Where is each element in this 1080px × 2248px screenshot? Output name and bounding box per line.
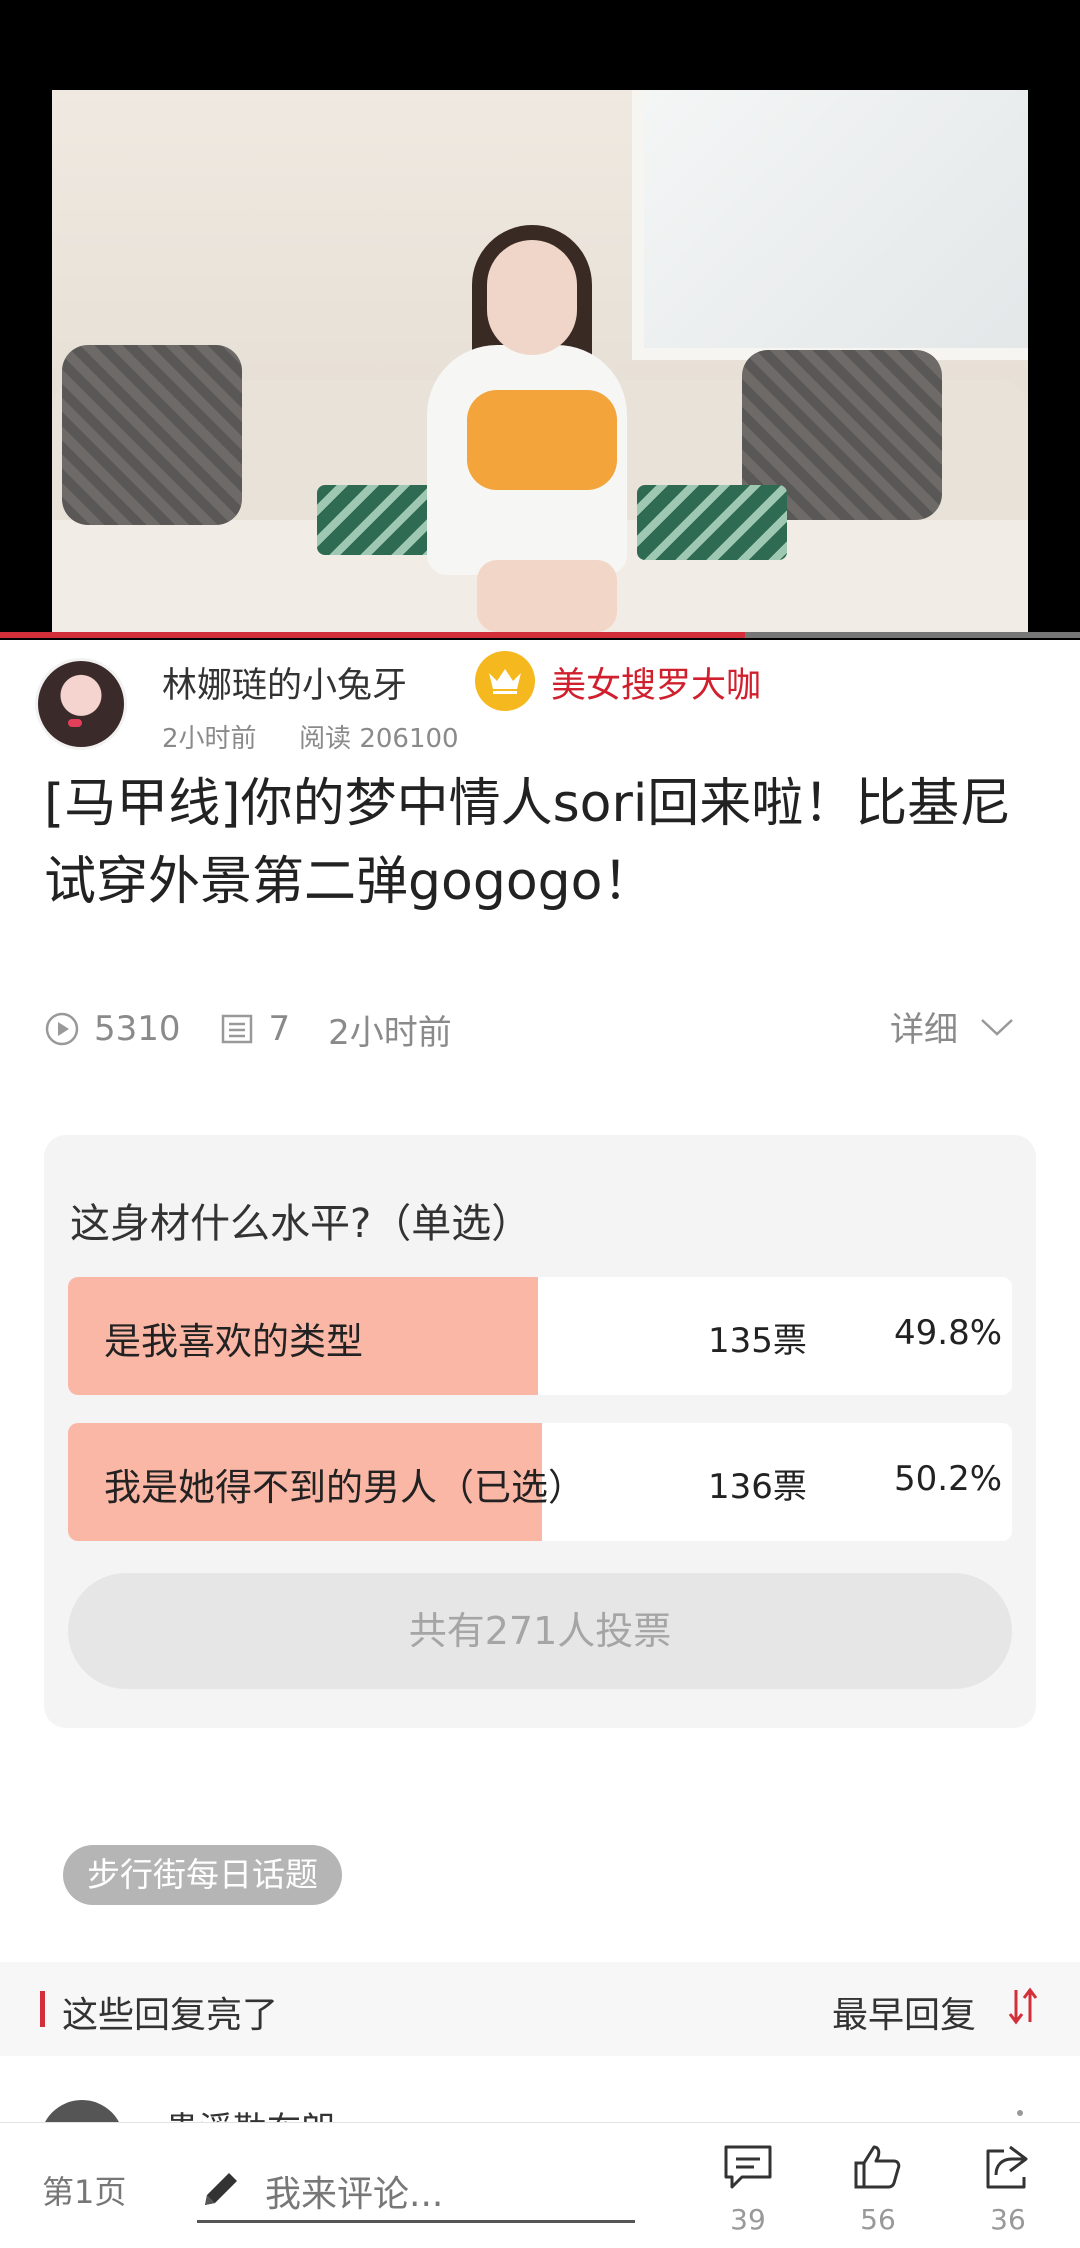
author-avatar[interactable] (35, 658, 127, 750)
poll-option-2-votes: 136票 (708, 1467, 807, 1507)
view-count: 5310 (94, 1009, 181, 1049)
poll-question: 这身材什么水平?（单选） (70, 1201, 532, 1247)
page-indicator[interactable]: 第1页 (42, 2167, 126, 2213)
list-icon (221, 1014, 252, 1044)
replies-header: 这些回复亮了 最早回复 (0, 1962, 1080, 2056)
poll-total-button[interactable]: 共有271人投票 (68, 1573, 1012, 1689)
post-stats: 5310 7 2小时前 (44, 1004, 490, 1054)
read-count: 阅读 206100 (299, 724, 459, 754)
sort-icon[interactable] (1006, 1984, 1042, 2028)
comments-count: 39 (730, 2203, 766, 2236)
detail-label: 详细 (890, 1010, 958, 1050)
video-progress-fill (0, 632, 746, 638)
comment-icon (724, 2145, 772, 2189)
post-title: [马甲线]你的梦中情人sori回来啦！比基尼试穿外景第二弹gogogo！ (44, 774, 1012, 912)
share-button[interactable]: 36 (968, 2141, 1048, 2236)
post-meta: 2小时前 阅读 206100 (162, 718, 459, 755)
video-frame[interactable] (52, 90, 1028, 632)
shares-count: 36 (990, 2203, 1026, 2236)
more-icon[interactable] (1017, 2110, 1023, 2116)
crown-icon (475, 651, 535, 711)
share-icon (986, 2145, 1028, 2189)
detail-button[interactable]: 详细 (890, 1002, 1014, 1051)
author-badge[interactable]: 美女搜罗大咖 (551, 657, 761, 708)
comments-button[interactable]: 39 (708, 2141, 788, 2236)
poll-card: 这身材什么水平?（单选） 是我喜欢的类型 135票 49.8% 我是她得不到的男… (44, 1135, 1036, 1728)
likes-count: 56 (860, 2203, 896, 2236)
poll-option-2-label: 我是她得不到的男人（已选） (104, 1466, 585, 1509)
comment-input[interactable]: 我来评论... (197, 2151, 635, 2223)
replies-title: 这些回复亮了 (62, 1995, 279, 2036)
poll-option-1-label: 是我喜欢的类型 (104, 1320, 363, 1363)
poll-option-1[interactable]: 是我喜欢的类型 135票 49.8% (68, 1277, 1012, 1395)
pencil-icon (205, 2173, 237, 2205)
comment-count: 7 (268, 1009, 291, 1049)
topic-tag[interactable]: 步行街每日话题 (63, 1845, 342, 1905)
poll-option-2[interactable]: 我是她得不到的男人（已选） 136票 50.2% (68, 1423, 1012, 1541)
thumbs-up-icon (854, 2145, 901, 2189)
poll-option-2-percent: 50.2% (894, 1459, 1003, 1499)
sort-button[interactable]: 最早回复 (832, 1986, 976, 2038)
bottom-bar: 第1页 我来评论... 39 56 36 (0, 2122, 1080, 2248)
video-player[interactable] (0, 0, 1080, 640)
section-marker (40, 1991, 45, 2027)
chevron-down-icon (981, 1018, 1013, 1036)
like-button[interactable]: 56 (838, 2141, 918, 2236)
poll-option-1-percent: 49.8% (894, 1313, 1003, 1353)
author-name[interactable]: 林娜琏的小兔牙 (162, 657, 407, 708)
post-time: 2小时前 (162, 724, 257, 754)
comment-placeholder: 我来评论... (265, 2174, 444, 2215)
post-age: 2小时前 (328, 1012, 452, 1053)
poll-option-1-votes: 135票 (708, 1321, 807, 1361)
play-icon (45, 1012, 79, 1046)
